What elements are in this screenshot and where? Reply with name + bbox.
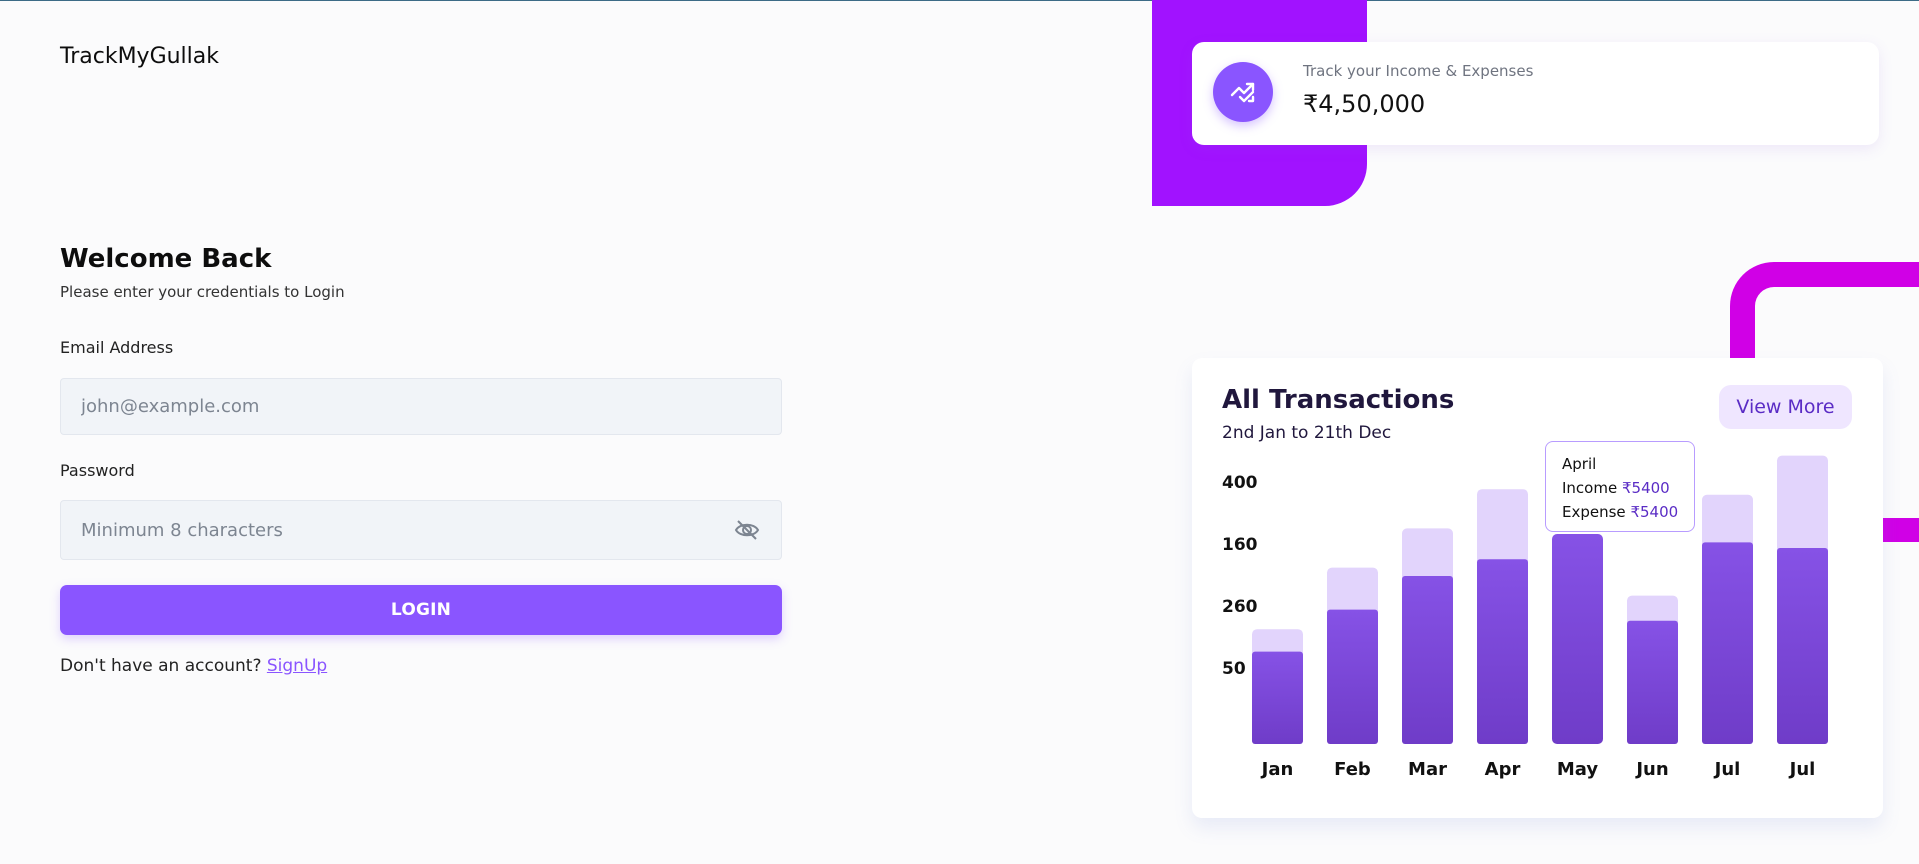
x-tick-label: Jun bbox=[1634, 759, 1668, 780]
transactions-bar-chart: 400 160 260 50 Jan Feb Mar Apr May Jun Jul Jul bbox=[1222, 455, 1828, 780]
bar-lower-segment[interactable] bbox=[1327, 609, 1378, 744]
email-label: Email Address bbox=[60, 338, 174, 357]
password-input[interactable] bbox=[81, 519, 733, 541]
x-tick-label: Jan bbox=[1260, 759, 1294, 780]
tooltip-expense-value: ₹5400 bbox=[1630, 503, 1679, 521]
y-tick-label: 50 bbox=[1222, 659, 1246, 679]
email-field-container bbox=[60, 378, 782, 435]
password-field-container bbox=[60, 500, 782, 560]
decorative-pink-bar bbox=[1883, 518, 1919, 542]
page-title: Welcome Back bbox=[60, 244, 272, 274]
signup-prompt: Don't have an account? SignUp bbox=[60, 656, 327, 676]
tooltip-income-row: Income ₹5400 bbox=[1562, 476, 1694, 500]
chart-tooltip: April Income ₹5400 Expense ₹5400 bbox=[1545, 441, 1695, 532]
tooltip-month: April bbox=[1562, 455, 1597, 473]
bar-lower-segment[interactable] bbox=[1252, 651, 1303, 744]
x-tick-label: Mar bbox=[1408, 759, 1447, 780]
signup-link[interactable]: SignUp bbox=[267, 656, 327, 676]
trending-up-arrows-icon bbox=[1213, 62, 1273, 122]
stat-caption: Track your Income & Expenses bbox=[1303, 62, 1534, 80]
bar-upper-segment[interactable] bbox=[1327, 567, 1378, 616]
page-subtitle: Please enter your credentials to Login bbox=[60, 283, 345, 301]
x-tick-label: Apr bbox=[1485, 759, 1521, 780]
tooltip-income-label: Income bbox=[1562, 479, 1618, 497]
no-account-text: Don't have an account? bbox=[60, 656, 262, 676]
tooltip-expense-label: Expense bbox=[1562, 503, 1626, 521]
y-tick-label: 160 bbox=[1222, 535, 1258, 555]
x-tick-label: Feb bbox=[1334, 759, 1371, 780]
tooltip-expense-row: Expense ₹5400 bbox=[1562, 500, 1694, 524]
transactions-card: All Transactions 2nd Jan to 21th Dec Vie… bbox=[1192, 358, 1883, 818]
bar-lower-segment[interactable] bbox=[1777, 548, 1828, 744]
bar-lower-segment[interactable] bbox=[1627, 620, 1678, 744]
bar-upper-segment[interactable] bbox=[1402, 528, 1453, 582]
x-tick-label: Jul bbox=[1713, 759, 1741, 780]
email-input[interactable] bbox=[81, 396, 761, 417]
login-button[interactable]: LOGIN bbox=[60, 585, 782, 635]
y-tick-label: 260 bbox=[1222, 597, 1258, 617]
bar-lower-segment[interactable] bbox=[1477, 559, 1528, 744]
bar-upper-segment[interactable] bbox=[1777, 455, 1828, 554]
income-expense-card: Track your Income & Expenses ₹4,50,000 bbox=[1192, 42, 1879, 145]
bar-lower-segment[interactable] bbox=[1702, 542, 1753, 744]
x-tick-label: May bbox=[1557, 759, 1599, 780]
bar-lower-segment[interactable] bbox=[1402, 576, 1453, 744]
stat-value: ₹4,50,000 bbox=[1303, 90, 1426, 118]
bar-lower-segment[interactable] bbox=[1552, 534, 1603, 744]
bar-upper-segment[interactable] bbox=[1702, 494, 1753, 549]
tooltip-income-value: ₹5400 bbox=[1621, 479, 1670, 497]
top-border bbox=[0, 0, 1919, 1]
bar-upper-segment[interactable] bbox=[1477, 489, 1528, 566]
password-label: Password bbox=[60, 461, 135, 480]
eye-off-icon[interactable] bbox=[733, 516, 761, 544]
y-tick-label: 400 bbox=[1222, 473, 1258, 493]
app-logo-text: TrackMyGullak bbox=[60, 44, 220, 69]
x-tick-label: Jul bbox=[1788, 759, 1816, 780]
